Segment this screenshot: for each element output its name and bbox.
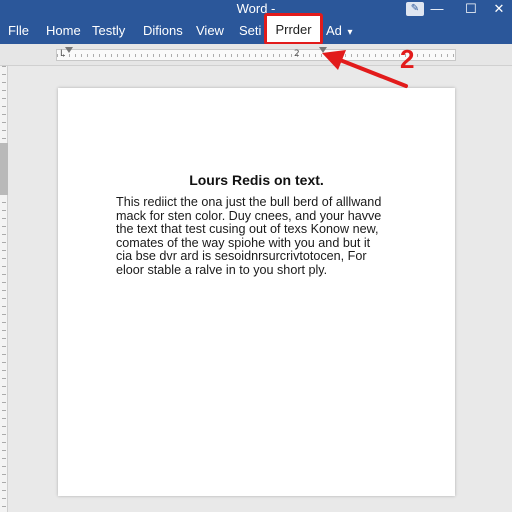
body-line: cia bse dvr ard is sesoidnrsurcrivtotoce… <box>116 250 367 263</box>
body-line: mack for sten color. Duy cnees, and your… <box>116 209 382 223</box>
tab-prrder-highlighted[interactable]: Prrder <box>264 13 323 45</box>
document-heading[interactable]: Lours Redis on text. <box>58 172 455 188</box>
body-line: eloor stable a ralve in to you short ply… <box>116 263 328 277</box>
title-bar: Word - ✎ — ☐ ✕ <box>0 0 512 18</box>
body-line: the text that test cusing out of texs Ko… <box>116 223 379 236</box>
document-body[interactable]: This rediict the ona just the bull berd … <box>116 196 402 277</box>
body-line: comates of the way spiohe with you and b… <box>116 236 371 250</box>
vertical-ruler <box>0 66 8 512</box>
tab-file[interactable]: Flle <box>8 22 29 40</box>
tab-view[interactable]: View <box>196 22 224 40</box>
tab-ad-label: Ad <box>326 23 342 38</box>
chevron-down-icon: ▾ <box>347 27 353 38</box>
ruler-strip: L 2 <box>0 44 512 66</box>
tab-seti[interactable]: Seti <box>239 22 261 40</box>
body-line: This rediict the ona just the bull berd … <box>116 196 382 209</box>
ribbon-tabs: Flle Home Testly Difions View Seti Ad ▾ <box>0 18 512 44</box>
horizontal-ruler[interactable]: L 2 <box>56 47 456 61</box>
close-button[interactable]: ✕ <box>484 0 512 18</box>
tab-difions[interactable]: Difions <box>143 22 183 40</box>
tab-ad[interactable]: Ad ▾ <box>326 22 353 40</box>
tab-home[interactable]: Home <box>46 22 81 40</box>
ruler-number: 2 <box>294 49 300 59</box>
maximize-button[interactable]: ☐ <box>456 0 486 18</box>
minimize-button[interactable]: — <box>422 0 452 18</box>
ruler-ticks <box>57 50 455 60</box>
right-indent-icon[interactable] <box>319 47 327 53</box>
tab-prrder-label: Prrder <box>275 22 312 37</box>
first-line-indent-icon[interactable] <box>65 47 73 53</box>
tab-testly[interactable]: Testly <box>92 22 125 40</box>
annotation-number: 2 <box>400 44 415 74</box>
document-page[interactable]: Lours Redis on text. This rediict the on… <box>58 88 455 496</box>
vertical-ruler-margin <box>0 143 8 195</box>
